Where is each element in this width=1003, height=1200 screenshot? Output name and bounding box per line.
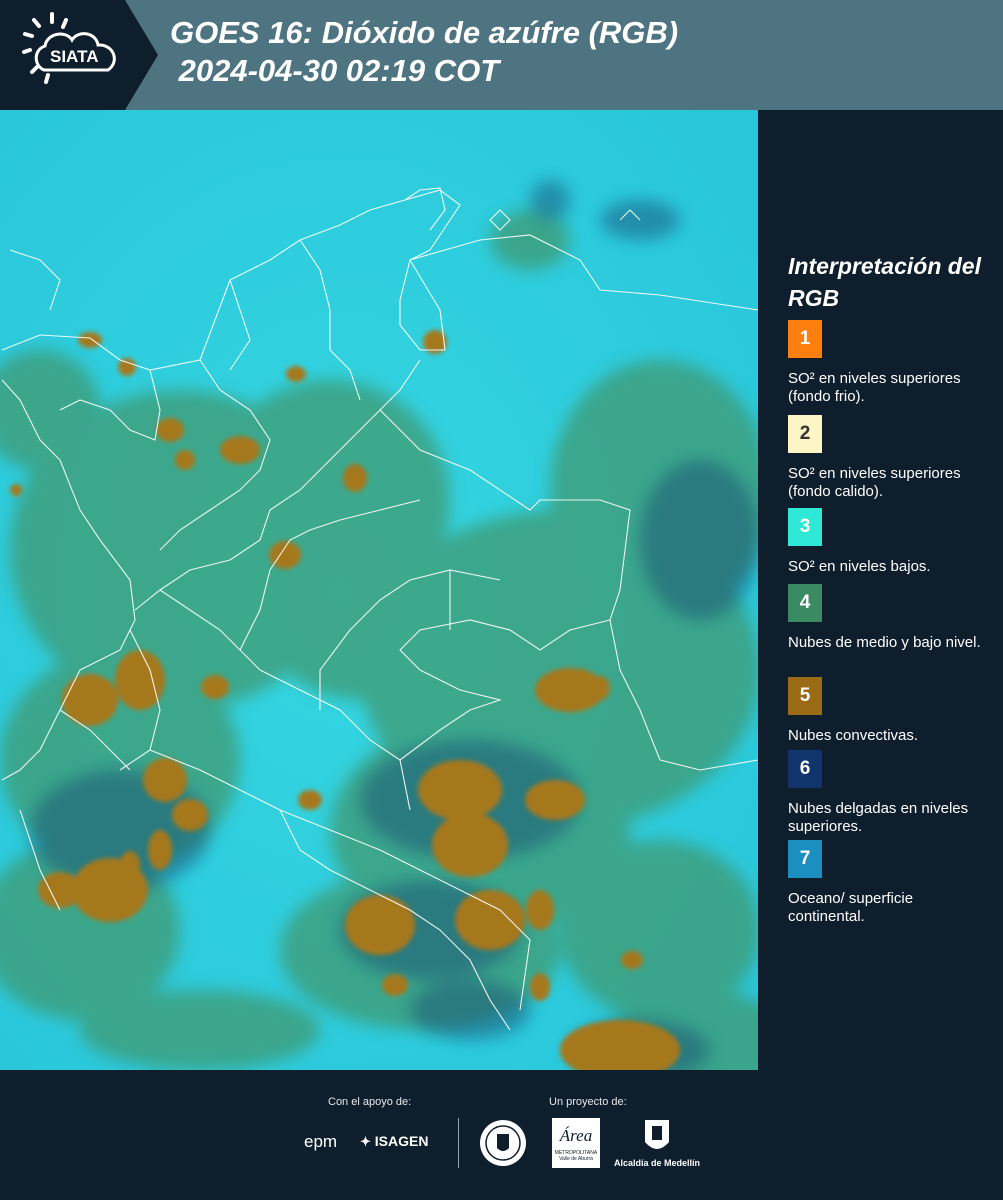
legend-item-4: 4 Nubes de medio y bajo nivel. [788, 584, 993, 652]
legend-item-6: 6 Nubes delgadas en niveles superiores. [788, 750, 993, 836]
isagen-icon: ✦ [360, 1134, 371, 1149]
page-title: GOES 16: Dióxido de azúfre (RGB) 2024-04… [170, 14, 678, 90]
siata-logo-text: SIATA [50, 47, 98, 66]
alcaldia-shield-icon [645, 1120, 669, 1149]
legend-item-1: 1 SO² en niveles superiores (fondo frio). [788, 320, 993, 406]
epm-logo-text: epm [304, 1132, 338, 1151]
footer: Con el apoyo de: Un proyecto de: epm ✦ I… [0, 1070, 1003, 1200]
footer-divider [458, 1118, 459, 1168]
satellite-image [0, 110, 758, 1070]
satellite-map[interactable] [0, 110, 758, 1070]
legend-swatch: 3 [788, 508, 822, 546]
project-label: Un proyecto de: [549, 1096, 627, 1108]
legend-text: Nubes de medio y bajo nivel. [788, 634, 981, 651]
legend-text: Nubes delgadas en niveles superiores. [788, 800, 969, 835]
alcaldia-logo-text: Alcaldía de Medellín [614, 1158, 701, 1168]
legend-text: SO² en niveles superiores (fondo frio). [788, 370, 961, 405]
title-line-2: 2024-04-30 02:19 COT [170, 53, 500, 88]
support-label: Con el apoyo de: [328, 1096, 412, 1108]
legend-panel: Interpretación del RGB 1 SO² en niveles s… [760, 110, 1003, 1070]
legend-swatch: 7 [788, 840, 822, 878]
legend-item-2: 2 SO² en niveles superiores (fondo calido… [788, 415, 993, 501]
header-bar: SIATA GOES 16: Dióxido de azúfre (RGB) 2… [0, 0, 1003, 110]
legend-text: Nubes convectivas. [788, 727, 919, 744]
medellin-seal-logo [480, 1120, 526, 1166]
area-metropolitana-logo: Área METROPOLITANA Valle de Aburrá [552, 1118, 600, 1168]
title-line-1: GOES 16: Dióxido de azúfre (RGB) [170, 15, 679, 50]
legend-swatch: 1 [788, 320, 822, 358]
header-logo-block: SIATA [0, 0, 158, 110]
legend-swatch: 4 [788, 584, 822, 622]
isagen-logo-text: ISAGEN [374, 1133, 429, 1149]
legend-swatch: 5 [788, 677, 822, 715]
area-logo-text: Área [559, 1126, 593, 1145]
epm-logo: epm [304, 1132, 337, 1152]
legend-text: SO² en niveles bajos. [788, 558, 931, 575]
legend-item-3: 3 SO² en niveles bajos. [788, 508, 993, 576]
legend-swatch: 2 [788, 415, 822, 453]
isagen-logo: ✦ ISAGEN [360, 1133, 428, 1150]
legend-item-7: 7 Oceano/ superficie continental. [788, 840, 993, 926]
legend-text: Oceano/ superficie continental. [788, 890, 914, 925]
legend-text: SO² en niveles superiores (fondo calido)… [788, 465, 961, 500]
legend-title: Interpretación del RGB [788, 253, 981, 311]
legend-item-5: 5 Nubes convectivas. [788, 677, 993, 745]
legend-swatch: 6 [788, 750, 822, 788]
area-logo-subtitle-2: Valle de Aburrá [559, 1156, 593, 1162]
